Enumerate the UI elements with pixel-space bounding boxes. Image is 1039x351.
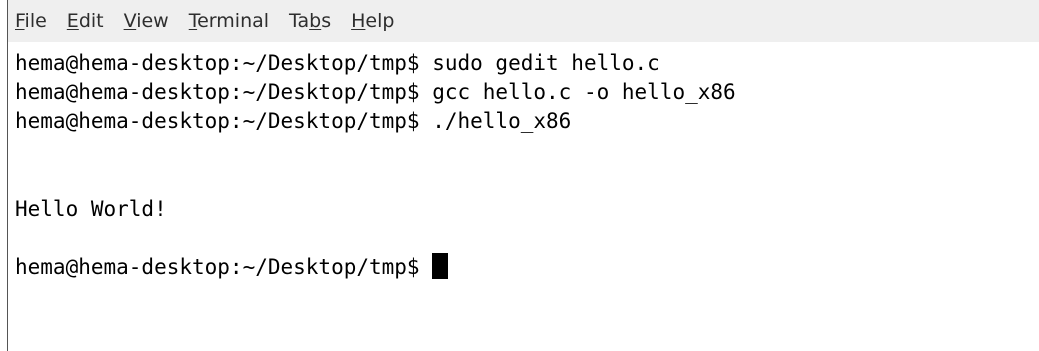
menu-tabs-label-start: Ta <box>289 10 310 32</box>
menu-file[interactable]: File <box>15 10 47 32</box>
menu-tabs-mnemonic: b <box>309 10 322 32</box>
menu-tabs-label-end: s <box>321 10 332 32</box>
menu-edit-label: dit <box>78 10 104 32</box>
terminal-window: File Edit View Terminal Tabs Help hema@h… <box>0 0 1039 351</box>
terminal-output[interactable]: hema@hema-desktop:~/Desktop/tmp$ sudo ge… <box>8 42 1039 351</box>
menu-view-mnemonic: V <box>123 10 137 32</box>
menu-terminal-label: erminal <box>197 10 270 32</box>
terminal-prompt-line[interactable]: hema@hema-desktop:~/Desktop/tmp$ <box>15 253 1039 282</box>
menu-view[interactable]: View <box>124 10 169 32</box>
terminal-line: hema@hema-desktop:~/Desktop/tmp$ sudo ge… <box>15 51 660 75</box>
text-cursor <box>432 253 449 280</box>
menu-terminal-mnemonic: T <box>188 10 198 32</box>
terminal-line: Hello World! <box>15 196 167 221</box>
menu-view-label: iew <box>136 10 169 32</box>
menu-help-label: elp <box>365 10 395 32</box>
menu-file-label: ile <box>24 10 47 32</box>
terminal-line: hema@hema-desktop:~/Desktop/tmp$ gcc hel… <box>15 80 736 105</box>
menu-edit-mnemonic: E <box>66 10 79 32</box>
menu-file-mnemonic: F <box>15 10 25 32</box>
menu-bar: File Edit View Terminal Tabs Help <box>8 0 1039 42</box>
menu-help[interactable]: Help <box>351 10 394 32</box>
menu-edit[interactable]: Edit <box>67 10 104 32</box>
menu-tabs[interactable]: Tabs <box>289 10 331 32</box>
menu-help-mnemonic: H <box>351 10 366 32</box>
menu-terminal[interactable]: Terminal <box>189 10 269 32</box>
terminal-prompt: hema@hema-desktop:~/Desktop/tmp$ <box>15 255 433 280</box>
terminal-line: hema@hema-desktop:~/Desktop/tmp$ ./hello… <box>15 109 572 134</box>
